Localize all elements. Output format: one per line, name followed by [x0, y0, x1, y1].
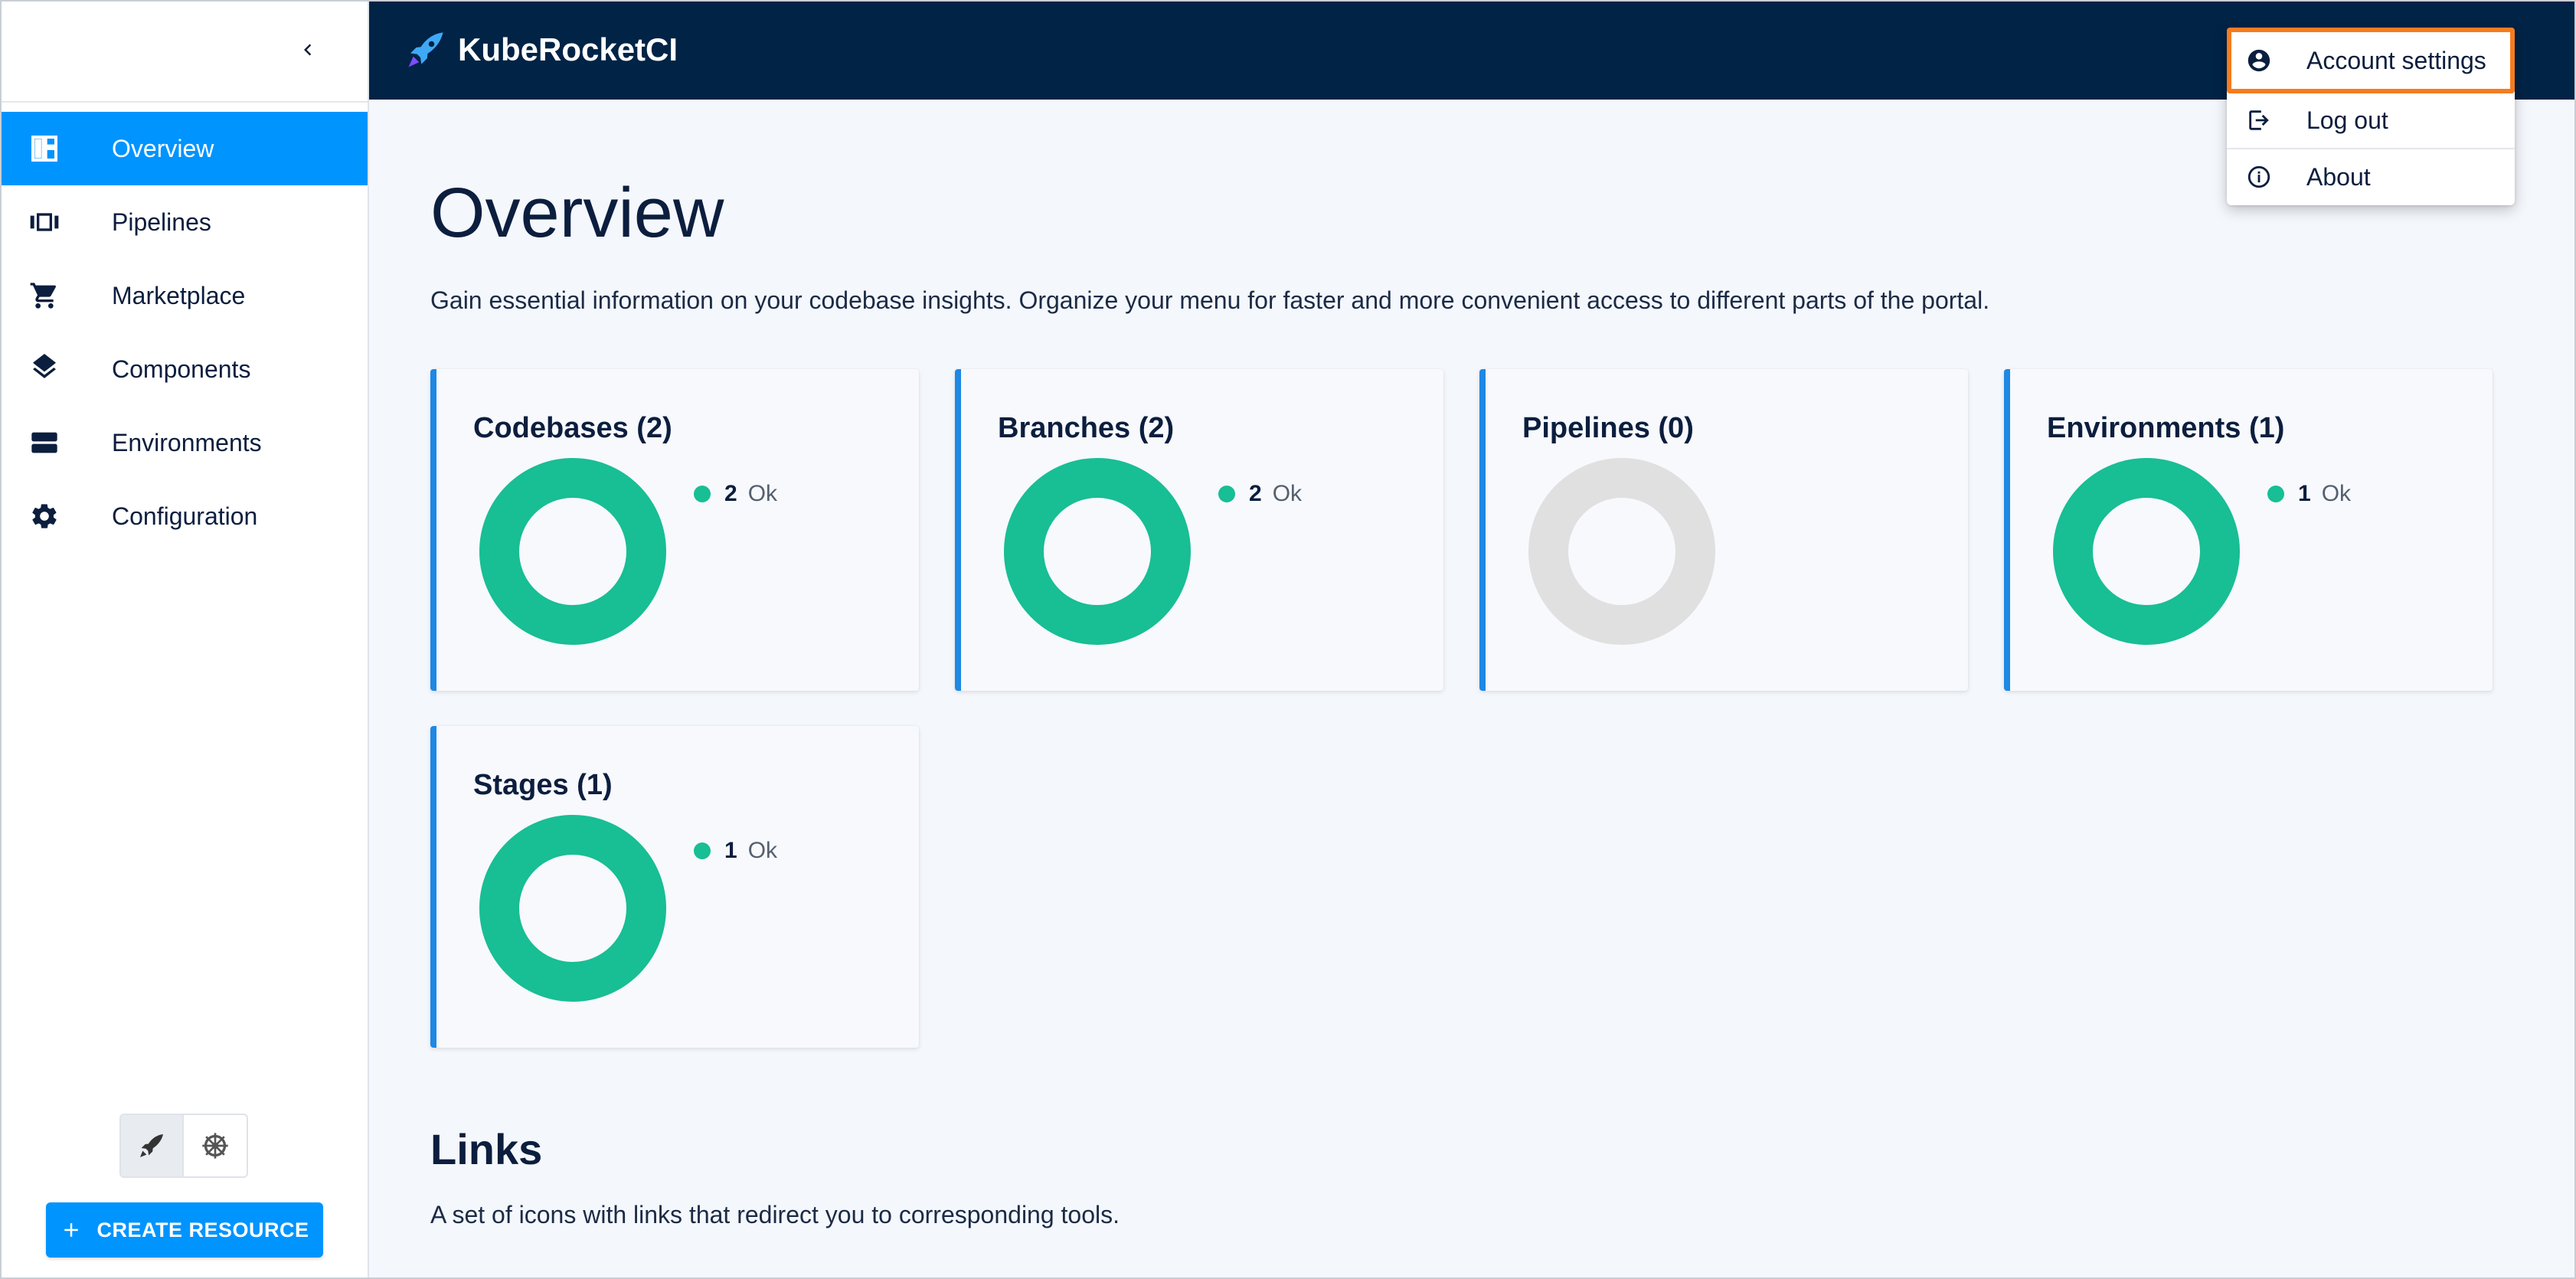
chevron-left-icon: [304, 44, 312, 56]
brand-logo[interactable]: KubeRocketCI: [403, 27, 678, 73]
sidebar-item-pipelines[interactable]: Pipelines: [0, 185, 368, 259]
chart-legend: 2 Ok: [694, 481, 777, 507]
sidebar-item-label: Overview: [112, 134, 214, 162]
sidebar-divider: [0, 101, 368, 103]
gear-icon: [21, 498, 67, 535]
mode-toggle: [119, 1114, 248, 1178]
pipelines-card[interactable]: Pipelines (0): [1479, 369, 1968, 691]
page-title: Overview: [430, 174, 724, 252]
menu-item-label: Log out: [2306, 106, 2388, 134]
sidebar-nav: Overview Pipelines Marketplace Component…: [0, 112, 368, 553]
card-title: Stages (1): [473, 769, 613, 801]
dashboard-icon: [21, 130, 67, 167]
menu-item-label: Account settings: [2306, 46, 2486, 74]
account-circle-icon: [2244, 47, 2274, 74]
helm-mode-button[interactable]: [184, 1115, 247, 1176]
ok-status-dot: [1218, 486, 1235, 502]
layers-icon: [21, 351, 67, 388]
menu-item-log-out[interactable]: Log out: [2227, 93, 2515, 147]
legend-count: 2: [1249, 481, 1262, 506]
pipelines-icon: [21, 204, 67, 240]
card-title: Pipelines (0): [1522, 412, 1694, 444]
sidebar: Overview Pipelines Marketplace Component…: [0, 0, 369, 1279]
storage-icon: [21, 424, 67, 461]
ok-status-dot: [2267, 486, 2284, 502]
legend-status: Ok: [747, 481, 778, 506]
chart-legend: 2 Ok: [1218, 481, 1302, 507]
chart-legend: 1 Ok: [694, 838, 777, 864]
menu-item-account-settings[interactable]: Account settings: [2227, 28, 2515, 93]
page-description: Gain essential information on your codeb…: [430, 286, 1990, 314]
chart-legend: 1 Ok: [2267, 481, 2351, 507]
sidebar-item-label: Environments: [112, 428, 262, 456]
sidebar-item-marketplace[interactable]: Marketplace: [0, 259, 368, 332]
legend-status: Ok: [2321, 481, 2352, 506]
donut-chart: [1004, 458, 1191, 645]
donut-chart: [479, 815, 666, 1002]
donut-chart: [479, 458, 666, 645]
brand-name: KubeRocketCI: [458, 31, 678, 67]
cart-icon: [21, 277, 67, 314]
donut-chart-empty: [1528, 458, 1715, 645]
rocket-icon: [140, 1134, 164, 1157]
codebases-card[interactable]: Codebases (2) 2 Ok: [430, 369, 919, 691]
legend-status: Ok: [1272, 481, 1303, 506]
info-icon: [2244, 164, 2274, 190]
stages-card[interactable]: Stages (1) 1 Ok: [430, 726, 919, 1048]
main-content: Overview Gain essential information on y…: [369, 100, 2576, 1279]
legend-status: Ok: [747, 838, 778, 863]
logout-icon: [2244, 107, 2274, 133]
sidebar-item-overview[interactable]: Overview: [0, 112, 368, 185]
card-title: Codebases (2): [473, 412, 672, 444]
collapse-sidebar-button[interactable]: [285, 31, 331, 69]
sidebar-item-label: Pipelines: [112, 208, 211, 236]
branches-card[interactable]: Branches (2) 2 Ok: [955, 369, 1443, 691]
links-section-description: A set of icons with links that redirect …: [430, 1201, 1120, 1228]
card-title: Environments (1): [2047, 412, 2285, 444]
legend-count: 2: [724, 481, 737, 506]
donut-chart: [2053, 458, 2240, 645]
rocket-mode-button[interactable]: [121, 1115, 185, 1176]
rocket-logo-icon: [408, 32, 443, 67]
legend-count: 1: [2298, 481, 2311, 506]
ok-status-dot: [694, 842, 711, 859]
ok-status-dot: [694, 486, 711, 502]
legend-count: 1: [724, 838, 737, 863]
sidebar-item-configuration[interactable]: Configuration: [0, 479, 368, 553]
environments-card[interactable]: Environments (1) 1 Ok: [2004, 369, 2493, 691]
sidebar-item-label: Components: [112, 355, 251, 383]
sidebar-item-label: Marketplace: [112, 281, 246, 309]
links-section-title: Links: [430, 1125, 543, 1173]
menu-item-label: About: [2306, 162, 2371, 191]
create-resource-label: CREATE RESOURCE: [96, 1218, 309, 1241]
create-resource-button[interactable]: CREATE RESOURCE: [46, 1202, 323, 1258]
helm-icon: [202, 1133, 228, 1159]
user-menu: Account settings Log out About: [2227, 28, 2515, 205]
menu-item-about[interactable]: About: [2227, 149, 2515, 204]
sidebar-item-label: Configuration: [112, 502, 258, 530]
sidebar-item-components[interactable]: Components: [0, 332, 368, 406]
sidebar-item-environments[interactable]: Environments: [0, 406, 368, 479]
plus-icon: [64, 1223, 79, 1237]
card-title: Branches (2): [998, 412, 1175, 444]
